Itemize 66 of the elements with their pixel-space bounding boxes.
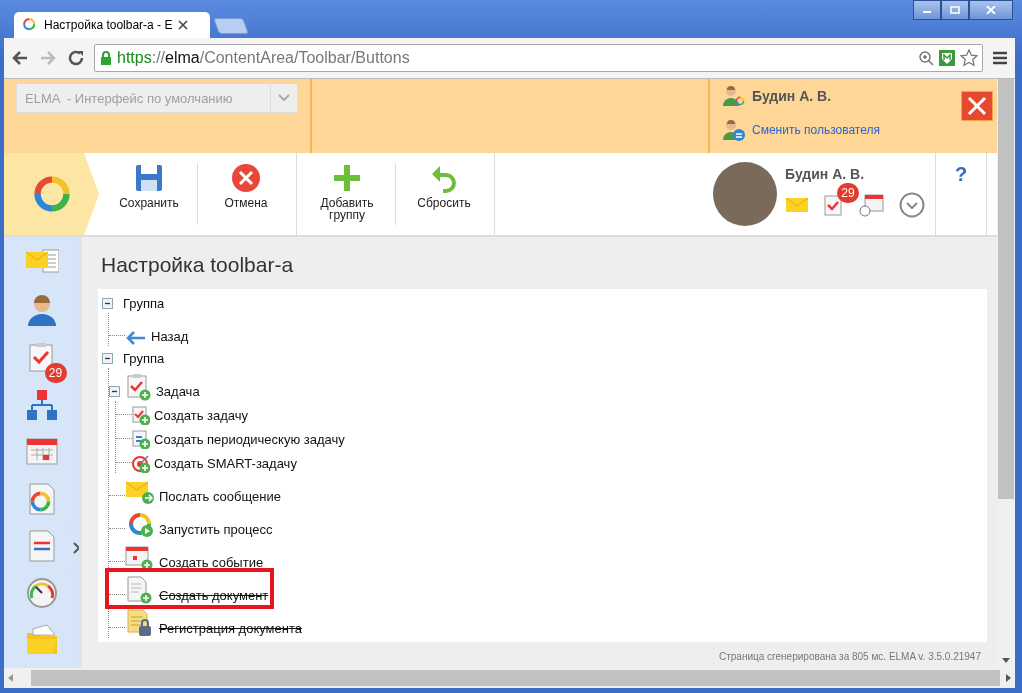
clipboard-arrows-icon	[132, 429, 150, 449]
user-name: Будин А. В.	[752, 88, 832, 104]
tree-item[interactable]: Запустить процесс	[155, 522, 275, 539]
left-arrow-icon	[125, 330, 147, 346]
scroll-down-icon	[1002, 657, 1010, 663]
tree-item[interactable]: Задача	[152, 384, 202, 401]
collapse-toggle-icon[interactable]	[104, 300, 111, 307]
close-button[interactable]	[969, 0, 1013, 20]
task-count-badge: 29	[837, 183, 859, 203]
scroll-right-icon	[1006, 674, 1011, 682]
zoom-icon[interactable]	[918, 50, 934, 66]
close-icon	[967, 96, 987, 116]
browser-tab[interactable]: Настройка toolbar-a - E	[14, 12, 210, 38]
tree-item[interactable]: Создать событие	[155, 555, 266, 572]
tree-item[interactable]: Регистрация документа	[155, 621, 304, 638]
toolbar-button[interactable]: Отмена	[198, 153, 294, 235]
ring-logo-icon	[22, 17, 38, 33]
lock-icon	[99, 50, 113, 66]
toolbar-button[interactable]: Сохранить	[101, 153, 197, 235]
reload-icon[interactable]	[66, 48, 86, 68]
switch-user-link[interactable]: Сменить пользователя	[752, 123, 880, 137]
vertical-scrollbar[interactable]	[997, 79, 1015, 668]
maximize-button[interactable]	[941, 0, 969, 20]
toolbar-button[interactable]: Сбросить	[396, 153, 492, 235]
tree-item[interactable]: Создать документ	[155, 588, 271, 605]
page-footer-text: Страница сгенерирована за 805 мс. ELMA v. 3.5.0.21947	[718, 651, 982, 664]
clipboard-check-icon	[132, 405, 150, 425]
close-icon	[986, 6, 996, 14]
plus-icon	[332, 163, 362, 193]
tree-item[interactable]: Назад	[147, 329, 191, 346]
chevron-down-icon	[278, 94, 290, 102]
address-field[interactable]: https://elma/ContentArea/Toolbar/Buttons	[94, 44, 983, 72]
toolbar-button[interactable]: Добавить группу	[299, 153, 395, 235]
org-chart-icon[interactable]	[24, 388, 59, 422]
horizontal-scrollbar[interactable]	[4, 668, 1015, 688]
task-count-badge: 29	[44, 363, 67, 383]
target-icon	[132, 453, 150, 473]
chevron-right-icon	[72, 542, 79, 554]
tab-title: Настройка toolbar-a - E	[44, 18, 173, 32]
user-switch-icon	[722, 119, 746, 141]
tree-item[interactable]: Создать SMART-задачу	[150, 456, 299, 473]
minimize-button[interactable]	[913, 0, 941, 20]
user-icon	[722, 85, 746, 107]
scroll-left-icon	[8, 674, 13, 682]
gauge-icon[interactable]	[24, 576, 59, 610]
tree-item[interactable]: Группа	[119, 296, 167, 313]
page-title: Настройка toolbar-a	[101, 253, 295, 277]
menu-icon[interactable]	[991, 49, 1009, 67]
tree-item[interactable]: Послать сообщение	[155, 489, 283, 506]
calendar-clock-icon[interactable]	[859, 193, 885, 217]
close-button[interactable]	[961, 91, 993, 121]
collapse-toggle-icon[interactable]	[104, 355, 111, 362]
clipboard-check-icon	[126, 373, 152, 401]
user-name: Будин А. В.	[785, 166, 866, 182]
tree-item[interactable]: Создать периодическую задачу	[150, 432, 347, 449]
cancel-icon	[231, 163, 261, 193]
new-tab-button[interactable]	[213, 18, 249, 34]
maximize-icon	[950, 6, 960, 14]
star-icon[interactable]	[960, 49, 978, 67]
close-icon[interactable]	[178, 20, 189, 30]
chevron-down-circle-icon[interactable]	[899, 192, 925, 218]
shield-icon[interactable]	[938, 49, 956, 67]
help-link[interactable]: ?	[936, 153, 987, 235]
tree-item[interactable]: Создать задачу	[150, 408, 250, 425]
tree-item[interactable]: Группа	[119, 351, 167, 368]
collapse-toggle-icon[interactable]	[111, 388, 118, 395]
